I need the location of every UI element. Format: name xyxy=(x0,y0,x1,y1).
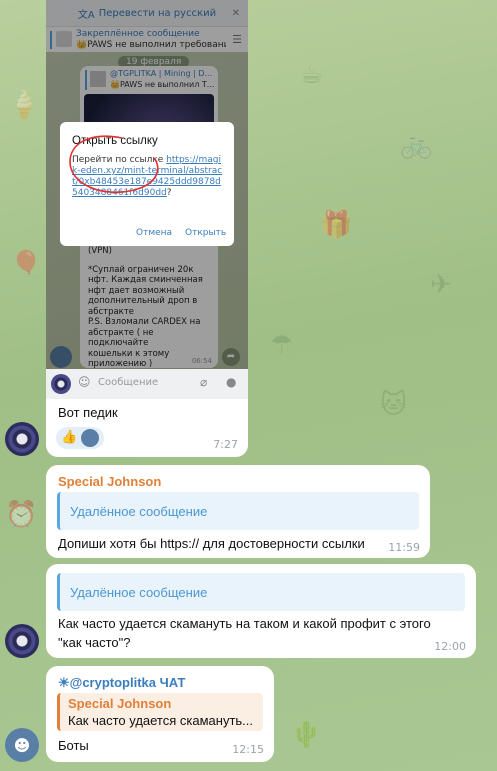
dialog-cancel-button[interactable]: Отмена xyxy=(136,228,172,238)
screenshot-input-bar: ☺ Сообщение ⌀ ● xyxy=(46,369,248,399)
message-text: Допиши хотя бы https:// для достоверност… xyxy=(58,536,365,551)
reply-quote[interactable]: Удалённое сообщение xyxy=(57,492,419,530)
doodle-cat-icon: 🐱 xyxy=(380,390,408,420)
robot-icon: ☻ xyxy=(13,735,31,755)
doodle-cactus-icon: 🌵 xyxy=(290,720,323,750)
message-bubble[interactable]: Удалённое сообщение Как часто удается ск… xyxy=(46,564,476,658)
attach-icon: ⌀ xyxy=(200,375,208,389)
quote-text: Как часто удается скамануть... xyxy=(68,713,254,728)
doodle-umbrella-icon: ☂ xyxy=(270,330,294,360)
red-circle-annotation xyxy=(69,135,159,194)
screenshot-image[interactable]: 文A Перевести на русский ✕ Закреплённое с… xyxy=(46,0,248,399)
reactor-avatar xyxy=(81,429,99,447)
sender-avatar[interactable] xyxy=(5,422,39,456)
sender-avatar[interactable]: ☻ xyxy=(5,728,39,762)
message-time: 12:00 xyxy=(434,640,466,653)
input-placeholder: Сообщение xyxy=(98,377,159,388)
message-text-line-2: "как часто"? xyxy=(58,635,131,650)
thumbs-up-icon: 👍 xyxy=(61,430,78,445)
doodle-coffee-icon: ☕ xyxy=(300,60,324,90)
open-link-dialog: Открыть ссылку Перейти по ссылке https:/… xyxy=(60,122,234,246)
emoji-icon: ☺ xyxy=(78,375,91,389)
dialog-open-button[interactable]: Открыть xyxy=(185,228,226,238)
message-text-line-1: Как часто удается скамануть на таком и к… xyxy=(58,616,431,631)
reply-quote[interactable]: Special Johnson Как часто удается скаман… xyxy=(57,693,263,731)
sender-name[interactable]: Special Johnson xyxy=(58,474,161,489)
quote-sender: Special Johnson xyxy=(68,696,172,711)
sender-avatar[interactable] xyxy=(5,624,39,658)
doodle-gift-icon: 🎁 xyxy=(320,210,353,240)
reply-quote[interactable]: Удалённое сообщение xyxy=(57,573,465,611)
doodle-balloon-icon: 🎈 xyxy=(10,250,43,280)
message-bubble[interactable]: Special Johnson Удалённое сообщение Допи… xyxy=(46,465,430,558)
doodle-plane-icon: ✈ xyxy=(430,270,452,300)
message-text: Боты xyxy=(58,738,89,753)
doodle-icecream-icon: 🍦 xyxy=(8,90,41,120)
sender-name[interactable]: ☀@cryptoplitka ЧАТ xyxy=(58,675,185,691)
doodle-clock-icon: ⏰ xyxy=(5,500,38,530)
input-avatar xyxy=(51,374,71,394)
message-time: 11:59 xyxy=(388,541,420,554)
message-screenshot-bubble[interactable]: 文A Перевести на русский ✕ Закреплённое с… xyxy=(46,0,248,457)
mic-icon: ● xyxy=(226,375,237,389)
message-time: 7:27 xyxy=(213,438,238,451)
doodle-bike-icon: 🚲 xyxy=(400,130,433,160)
message-caption: Вот педик xyxy=(58,405,118,420)
message-bubble[interactable]: ☀@cryptoplitka ЧАТ Special Johnson Как ч… xyxy=(46,666,274,762)
message-time: 12:15 xyxy=(232,743,264,756)
reaction-chip[interactable]: 👍 xyxy=(56,427,104,449)
